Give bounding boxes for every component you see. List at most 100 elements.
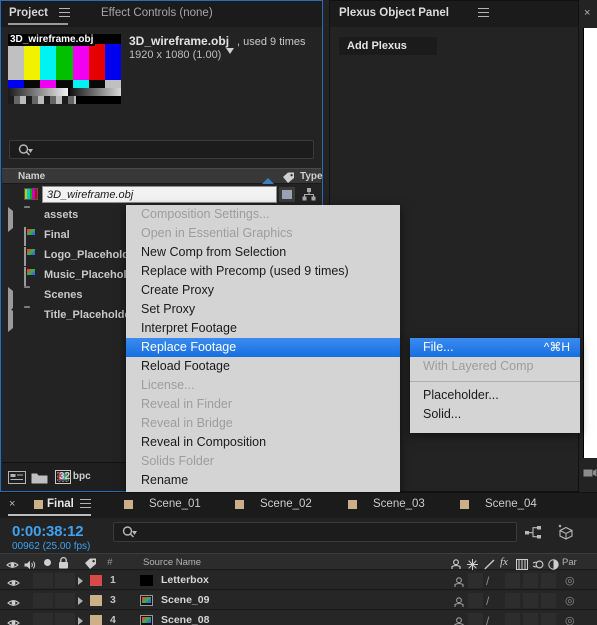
column-header-parent[interactable]: Par xyxy=(562,557,577,568)
hamburger-icon[interactable] xyxy=(80,499,91,508)
submenu-item[interactable]: Placeholder... xyxy=(410,386,580,405)
switch-cell[interactable] xyxy=(541,593,556,608)
context-menu-item[interactable]: Reload Footage xyxy=(126,357,400,376)
context-menu-item[interactable]: New Comp from Selection xyxy=(126,243,400,262)
rename-input[interactable]: 3D_wireframe.obj xyxy=(42,186,277,203)
disclosure-triangle-icon[interactable] xyxy=(78,577,83,585)
switch-cell[interactable] xyxy=(468,573,483,588)
shy-icon[interactable] xyxy=(453,615,465,625)
solo-lock-cell[interactable] xyxy=(55,573,75,588)
close-icon[interactable]: × xyxy=(584,7,590,19)
search-icon xyxy=(122,526,138,544)
timeline-layer-row[interactable]: 3 Scene_09 / ◎ xyxy=(0,591,597,610)
context-menu-item[interactable]: Rename xyxy=(126,471,400,490)
disclosure-triangle-icon[interactable] xyxy=(78,597,83,605)
layer-source-name[interactable]: Letterbox xyxy=(161,574,209,586)
context-menu-item: Solids Folder xyxy=(141,454,214,468)
timeline-active-tab-indicator xyxy=(8,514,91,516)
switch-cell[interactable] xyxy=(505,613,520,625)
timeline-tab[interactable]: Scene_01 xyxy=(149,498,201,510)
switch-cell[interactable] xyxy=(505,573,520,588)
pickwhip-icon[interactable]: ◎ xyxy=(565,594,575,607)
timeline-tab[interactable]: Scene_02 xyxy=(260,498,312,510)
timeline-search-input[interactable] xyxy=(144,525,509,540)
context-menu-item[interactable]: Replace Footage xyxy=(126,338,400,357)
submenu-item-label: File... xyxy=(423,340,454,354)
solid-swatch-icon xyxy=(279,187,295,202)
effects-fx-icon[interactable]: fx xyxy=(500,556,508,568)
tab-project[interactable]: Project xyxy=(9,7,48,19)
switch-cell[interactable] xyxy=(468,613,483,625)
pickwhip-icon[interactable]: ◎ xyxy=(565,614,575,625)
draft-3d-icon[interactable] xyxy=(557,524,575,546)
pickwhip-icon[interactable]: ◎ xyxy=(565,574,575,587)
context-menu-item[interactable]: Set Proxy xyxy=(126,300,400,319)
audio-toggle-cell[interactable] xyxy=(33,573,53,588)
tab-effect-controls[interactable]: Effect Controls (none) xyxy=(101,7,213,19)
disclosure-triangle-icon[interactable] xyxy=(8,307,13,332)
render-preview-icon[interactable] xyxy=(583,466,597,484)
quality-icon[interactable]: / xyxy=(486,594,489,608)
share-hierarchy-icon[interactable] xyxy=(302,188,316,206)
column-header-type[interactable]: Type xyxy=(300,171,323,182)
new-folder-icon[interactable] xyxy=(31,471,48,489)
search-input[interactable] xyxy=(40,143,308,158)
context-menu-item[interactable]: Create Proxy xyxy=(126,281,400,300)
solo-dot-icon[interactable] xyxy=(44,559,51,566)
timeline-tab[interactable]: Scene_03 xyxy=(373,498,425,510)
project-panel-tabbar: Project Effect Controls (none) xyxy=(1,1,322,27)
switch-cell[interactable] xyxy=(541,613,556,625)
switch-cell[interactable] xyxy=(505,593,520,608)
bit-depth-label[interactable]: 32 bpc xyxy=(59,471,91,482)
project-item-editing-row[interactable]: 3D_wireframe.obj xyxy=(2,184,321,205)
interpret-footage-icon[interactable] xyxy=(8,471,26,489)
timeline-layer-row[interactable]: 1 Letterbox / ◎ xyxy=(0,571,597,590)
thumbnail-filename-label: 3D_wireframe.obj xyxy=(8,34,96,46)
close-icon[interactable]: × xyxy=(9,498,15,510)
context-menu[interactable]: Composition Settings... Open in Essential… xyxy=(126,205,400,497)
timeline-tab-color-swatch xyxy=(235,500,244,509)
context-menu-item[interactable]: Reveal in Composition xyxy=(126,433,400,452)
composition-mini-flowchart-icon[interactable] xyxy=(525,525,542,545)
hamburger-icon[interactable] xyxy=(478,8,489,17)
context-menu-item[interactable]: Interpret Footage xyxy=(126,319,400,338)
switch-cell[interactable] xyxy=(523,593,538,608)
solo-lock-cell[interactable] xyxy=(55,613,75,625)
eye-icon[interactable] xyxy=(7,615,20,625)
disclosure-triangle-icon[interactable] xyxy=(78,617,83,625)
quality-icon[interactable]: / xyxy=(486,614,489,625)
audio-toggle-cell[interactable] xyxy=(33,613,53,625)
switch-cell[interactable] xyxy=(523,573,538,588)
solo-lock-cell[interactable] xyxy=(55,593,75,608)
asset-thumbnail: 3D_wireframe.obj xyxy=(8,34,121,104)
submenu-item[interactable]: File... ^⌘H xyxy=(410,338,580,357)
layer-color-swatch[interactable] xyxy=(90,615,102,625)
layer-source-name[interactable]: Scene_09 xyxy=(161,594,209,606)
timeline-tab-color-swatch xyxy=(460,500,469,509)
timeline-layer-row[interactable]: 4 Scene_08 / ◎ xyxy=(0,611,597,625)
add-plexus-button[interactable]: Add Plexus xyxy=(339,37,437,55)
column-header-name[interactable]: Name xyxy=(18,171,45,182)
switch-cell[interactable] xyxy=(523,613,538,625)
solid-icon xyxy=(140,575,153,586)
project-search-field[interactable] xyxy=(9,140,314,159)
switch-cell[interactable] xyxy=(468,593,483,608)
layer-color-swatch[interactable] xyxy=(90,595,102,606)
submenu-item[interactable]: Solid... xyxy=(410,405,580,424)
layer-source-name[interactable]: Scene_08 xyxy=(161,614,209,625)
timeline-tab[interactable]: Final xyxy=(47,498,74,510)
chevron-down-icon[interactable] xyxy=(226,41,234,59)
timeline-search-field[interactable] xyxy=(113,522,517,542)
hamburger-icon[interactable] xyxy=(59,8,70,17)
column-header-source-name[interactable]: Source Name xyxy=(143,557,201,568)
switch-cell[interactable] xyxy=(541,573,556,588)
context-menu-item[interactable]: Replace with Precomp (used 9 times) xyxy=(126,262,400,281)
plexus-panel-title[interactable]: Plexus Object Panel xyxy=(339,7,449,19)
timeline-tab[interactable]: Scene_04 xyxy=(485,498,537,510)
replace-footage-submenu[interactable]: File... ^⌘H With Layered Comp Placeholder..… xyxy=(410,338,580,433)
layer-color-swatch[interactable] xyxy=(90,575,102,586)
current-time-display[interactable]: 0:00:38:12 xyxy=(12,523,84,540)
quality-icon[interactable]: / xyxy=(486,574,489,588)
project-list-item-label: Title_Placeholder xyxy=(44,309,135,321)
audio-toggle-cell[interactable] xyxy=(33,593,53,608)
